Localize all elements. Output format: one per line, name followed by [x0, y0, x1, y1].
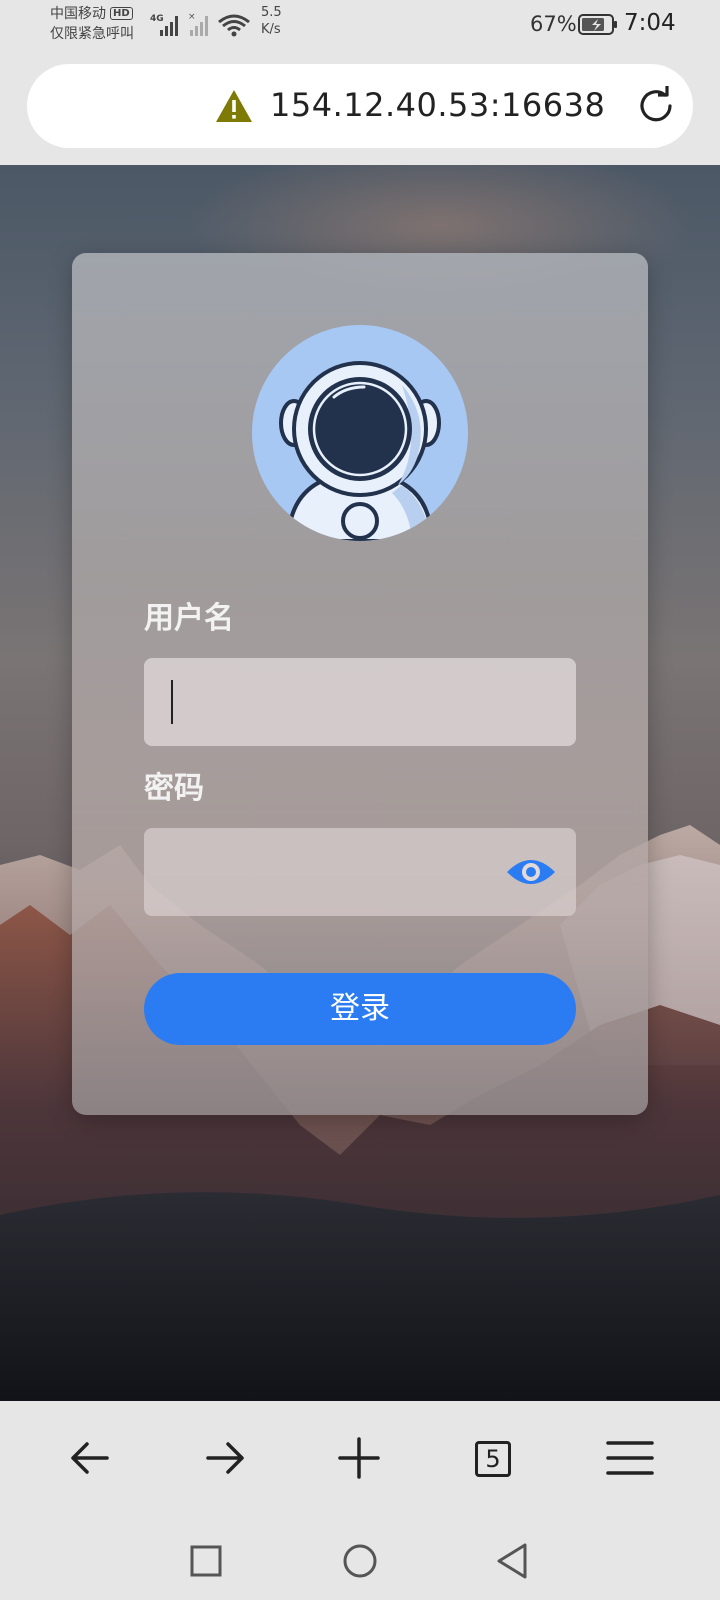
login-button[interactable]: 登录 [144, 973, 576, 1045]
battery-percent: 67% [530, 12, 577, 36]
triangle-back-icon[interactable] [492, 1541, 532, 1581]
hamburger-menu-icon[interactable] [605, 1433, 655, 1483]
browser-toolbar: 5 [0, 1401, 720, 1521]
clock: 7:04 [624, 10, 676, 36]
status-bar: 中国移动 HD 仅限紧急呼叫 4G × 5.5 K/s 67% 7:04 [0, 0, 720, 50]
network-speed: 5.5 K/s [261, 4, 282, 38]
signal-icon: 4G × [150, 12, 250, 37]
speed-unit: K/s [261, 22, 281, 37]
emergency-only-text: 仅限紧急呼叫 [50, 26, 134, 42]
warning-triangle-icon[interactable] [215, 89, 253, 123]
arrow-left-icon[interactable] [65, 1433, 115, 1483]
login-card: 用户名 密码 登录 [72, 253, 648, 1115]
arrow-right-icon[interactable] [200, 1433, 250, 1483]
battery-charging-icon [578, 14, 617, 35]
speed-value: 5.5 [261, 5, 282, 20]
astronaut-icon [252, 325, 468, 541]
text-cursor [171, 680, 173, 724]
carrier-info: 中国移动 HD 仅限紧急呼叫 [50, 4, 134, 44]
password-label: 密码 [144, 771, 204, 806]
plus-icon[interactable] [334, 1433, 384, 1483]
address-bar[interactable]: 154.12.40.53:16638 [27, 64, 693, 148]
web-page: 用户名 密码 登录 [0, 165, 720, 1401]
circle-icon[interactable] [340, 1541, 380, 1581]
browser-header: 154.12.40.53:16638 [0, 50, 720, 165]
network-type: 4G [150, 14, 164, 24]
eye-icon[interactable] [506, 854, 556, 890]
url-text[interactable]: 154.12.40.53:16638 [270, 86, 605, 124]
system-navigation-bar [0, 1521, 720, 1600]
square-icon[interactable] [186, 1541, 226, 1581]
tabs-count-button[interactable]: 5 [475, 1441, 511, 1477]
screen: 中国移动 HD 仅限紧急呼叫 4G × 5.5 K/s 67% 7:04 154… [0, 0, 720, 1600]
carrier-name: 中国移动 [50, 6, 106, 22]
hd-badge: HD [110, 7, 133, 20]
username-label: 用户名 [144, 601, 234, 636]
reload-icon[interactable] [634, 84, 678, 128]
svg-text:×: × [188, 12, 196, 22]
password-input[interactable] [144, 828, 576, 916]
username-input[interactable] [144, 658, 576, 746]
